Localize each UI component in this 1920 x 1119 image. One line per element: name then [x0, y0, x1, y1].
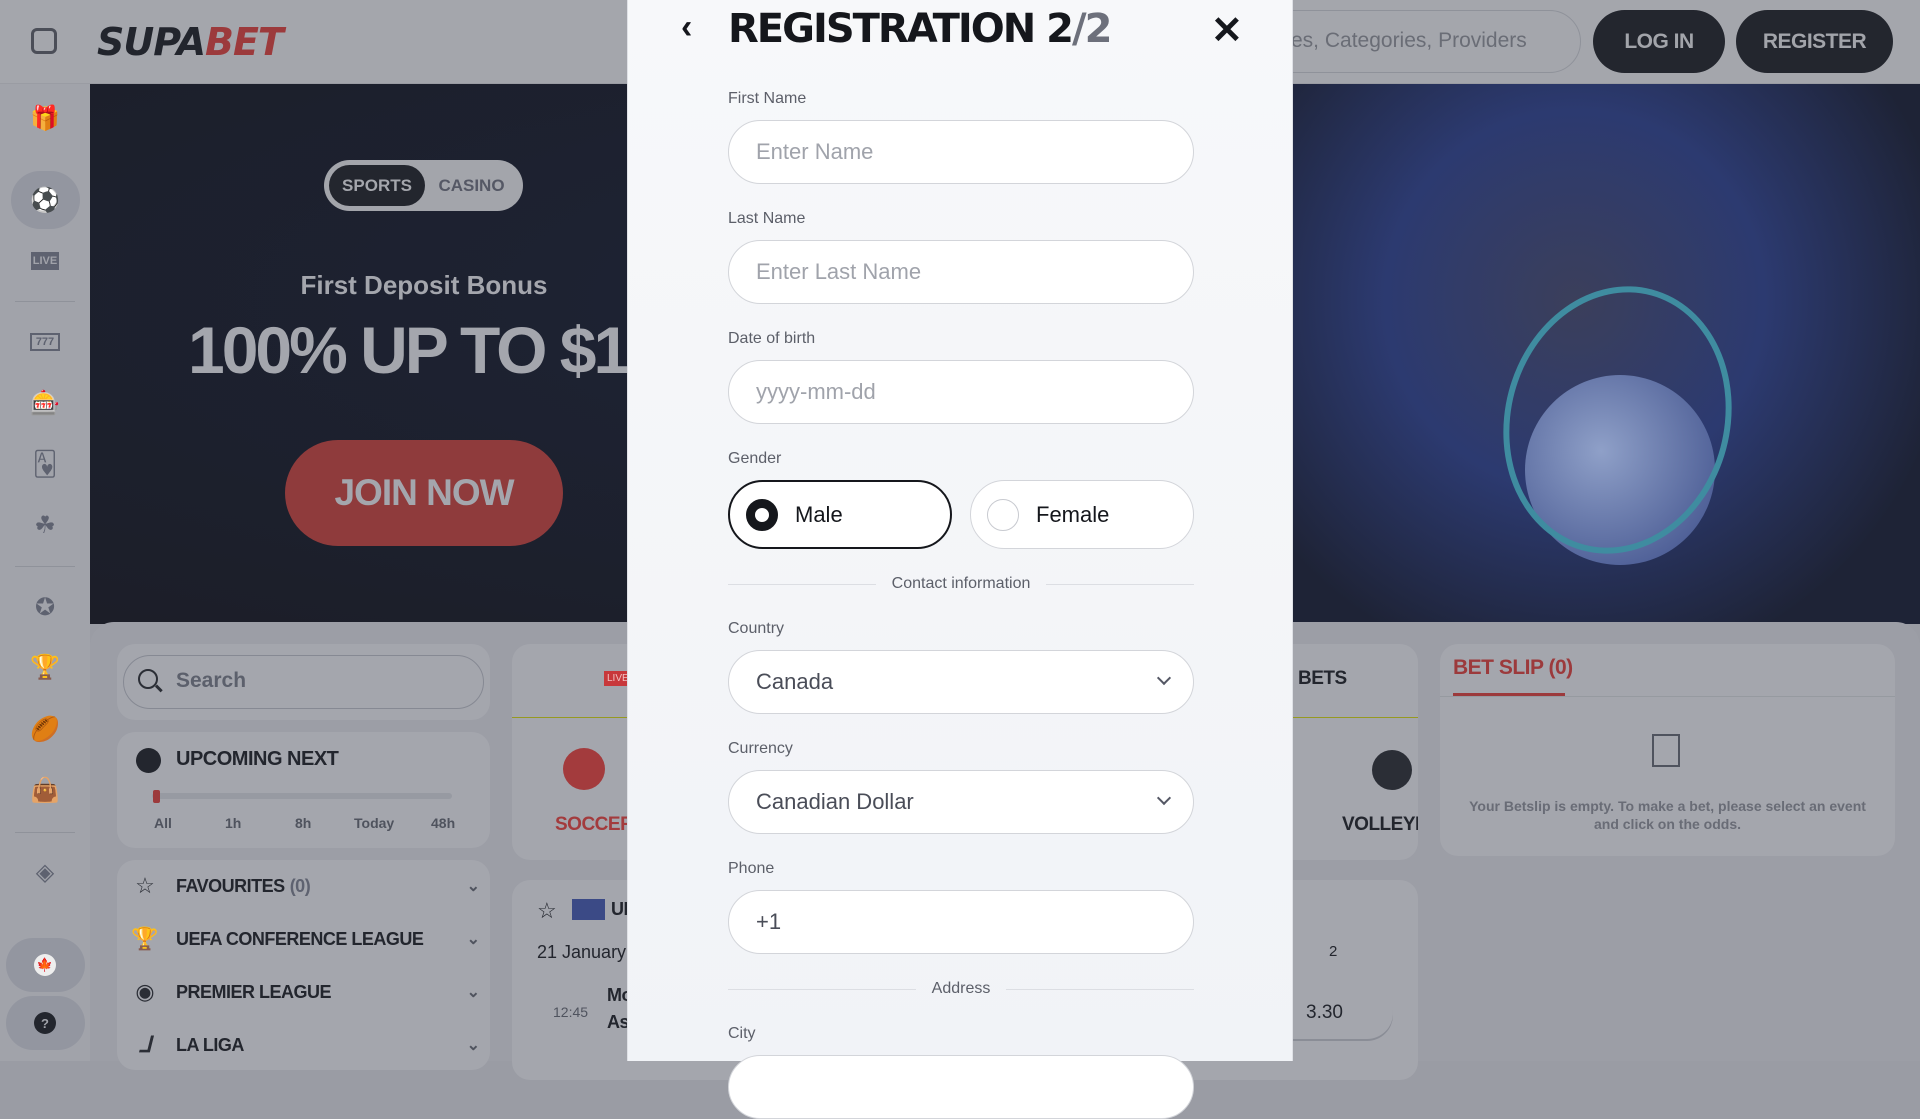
rugby-icon[interactable]: 🏉	[30, 714, 60, 744]
country-label: Country	[728, 620, 785, 637]
star-icon[interactable]: ☆	[537, 898, 557, 924]
tab-sports[interactable]: SPORTS	[329, 165, 425, 206]
betslip-empty-message: Your Betslip is empty. To make a bet, pl…	[1469, 798, 1866, 832]
promo-subtitle: First Deposit Bonus	[300, 270, 548, 300]
sport-soccer[interactable]: SOCCER	[555, 814, 634, 836]
help-icon: ?	[34, 1012, 56, 1034]
time-slider[interactable]	[152, 793, 452, 799]
upcoming-title: UPCOMING NEXT	[176, 748, 339, 770]
first-name-input[interactable]: Enter Name	[728, 120, 1194, 184]
register-button[interactable]: REGISTER	[1736, 10, 1893, 73]
sidebar-divider	[15, 301, 75, 302]
contact-divider: Contact information	[728, 574, 1195, 594]
login-button[interactable]: LOG IN	[1593, 10, 1725, 73]
soccer-icon[interactable]: ⚽	[30, 185, 60, 215]
tab-casino[interactable]: CASINO	[425, 165, 518, 206]
gender-male-radio[interactable]: Male	[728, 480, 952, 549]
registration-modal: ‹ REGISTRATION 2/2 ✕ First Name Enter Na…	[627, 0, 1293, 1119]
radio-checked-icon	[746, 498, 778, 531]
product-toggle: SPORTS CASINO	[324, 160, 523, 211]
currency-label: Currency	[728, 740, 793, 757]
bets-header[interactable]: BETS	[1298, 668, 1347, 690]
currency-select[interactable]: Canadian Dollar	[728, 770, 1194, 834]
gender-label: Gender	[728, 450, 782, 467]
trophy-icon[interactable]: 🏆	[30, 652, 60, 682]
canada-flag-icon: 🍁	[34, 954, 56, 976]
close-icon[interactable]: ✕	[1211, 8, 1243, 53]
cards-icon[interactable]: 🂱	[30, 449, 60, 479]
volleyball-icon[interactable]	[1372, 750, 1412, 790]
chevron-down-icon	[1156, 670, 1172, 686]
divider	[1440, 696, 1895, 697]
back-chevron-icon[interactable]: ‹	[681, 8, 692, 47]
diamond-icon[interactable]: ◈	[30, 857, 60, 887]
dob-input[interactable]: yyyy-mm-dd	[728, 360, 1194, 424]
join-now-button[interactable]: JOIN NOW	[285, 440, 563, 546]
eu-flag-icon	[572, 899, 605, 920]
league-la-liga[interactable]: ᒧ LA LIGA ⌄	[130, 1025, 480, 1065]
odds-column-header: 2	[1329, 943, 1338, 960]
tick-8h[interactable]: 8h	[295, 815, 311, 831]
star-icon: ☆	[135, 873, 155, 898]
gift-icon[interactable]: 🎁	[30, 103, 60, 133]
global-search-input[interactable]: es, Categories, Providers	[1250, 10, 1581, 73]
sidebar	[0, 84, 90, 1061]
radio-unchecked-icon	[987, 498, 1019, 531]
sports-search-input[interactable]: Search	[123, 655, 484, 709]
soccer-icon[interactable]	[563, 748, 605, 790]
slots-777-icon[interactable]: 777	[30, 333, 60, 351]
chevron-down-icon: ⌄	[466, 984, 480, 1001]
country-select[interactable]: Canada	[728, 650, 1194, 714]
badge-star-icon[interactable]: ✪	[30, 592, 60, 622]
logo[interactable]: SUPABET	[97, 20, 284, 64]
chevron-down-icon: ⌄	[466, 878, 480, 895]
gender-female-radio[interactable]: Female	[970, 480, 1194, 549]
tick-all[interactable]: All	[154, 815, 172, 831]
tick-1h[interactable]: 1h	[225, 815, 241, 831]
first-name-label: First Name	[728, 90, 807, 107]
match-time: 12:45	[553, 1004, 589, 1020]
last-name-label: Last Name	[728, 210, 806, 227]
dob-label: Date of birth	[728, 330, 816, 347]
sidebar-divider	[15, 566, 75, 567]
tick-today[interactable]: Today	[354, 815, 394, 831]
chevron-down-icon	[1156, 790, 1172, 806]
sport-volleyball[interactable]: VOLLEYB	[1342, 814, 1418, 835]
phone-label: Phone	[728, 860, 775, 877]
league-uefa-conference[interactable]: 🏆 UEFA CONFERENCE LEAGUE ⌄	[130, 919, 480, 959]
away-team[interactable]: As	[607, 1012, 630, 1033]
last-name-input[interactable]: Enter Last Name	[728, 240, 1194, 304]
time-slider-handle[interactable]	[153, 790, 160, 803]
la-liga-icon: ᒧ	[138, 1032, 152, 1057]
sidebar-divider	[15, 832, 75, 833]
chevron-down-icon: ⌄	[466, 931, 480, 948]
promo-headline: 100% UP TO $150	[188, 313, 698, 387]
phone-input[interactable]: +1	[728, 890, 1194, 954]
match-date: 21 January	[537, 942, 627, 962]
slot-machine-icon[interactable]: 🎰	[30, 388, 60, 418]
empty-betslip-icon	[1652, 734, 1680, 767]
competition-name: UI	[611, 899, 629, 919]
betslip-tab[interactable]: BET SLIP (0)	[1453, 656, 1573, 680]
league-premier-league[interactable]: ◉ PREMIER LEAGUE ⌄	[130, 972, 480, 1012]
bag-icon[interactable]: 👜	[30, 775, 60, 805]
tick-48h[interactable]: 48h	[431, 815, 455, 831]
live-icon[interactable]: LIVE	[31, 252, 59, 270]
search-icon	[138, 669, 158, 689]
sidebar-toggle-icon[interactable]	[31, 28, 57, 54]
chevron-down-icon: ⌄	[466, 1037, 480, 1054]
premier-league-icon: ◉	[135, 979, 155, 1004]
modal-title: REGISTRATION 2/2	[728, 6, 1112, 52]
city-input[interactable]	[728, 1055, 1194, 1119]
clover-icon[interactable]: ☘	[30, 510, 60, 540]
league-favourites[interactable]: ☆ FAVOURITES (0) ⌄	[130, 866, 480, 906]
clock-icon	[136, 748, 161, 773]
address-divider: Address	[728, 979, 1195, 999]
conference-league-icon: 🏆	[131, 926, 159, 951]
city-label: City	[728, 1025, 756, 1042]
